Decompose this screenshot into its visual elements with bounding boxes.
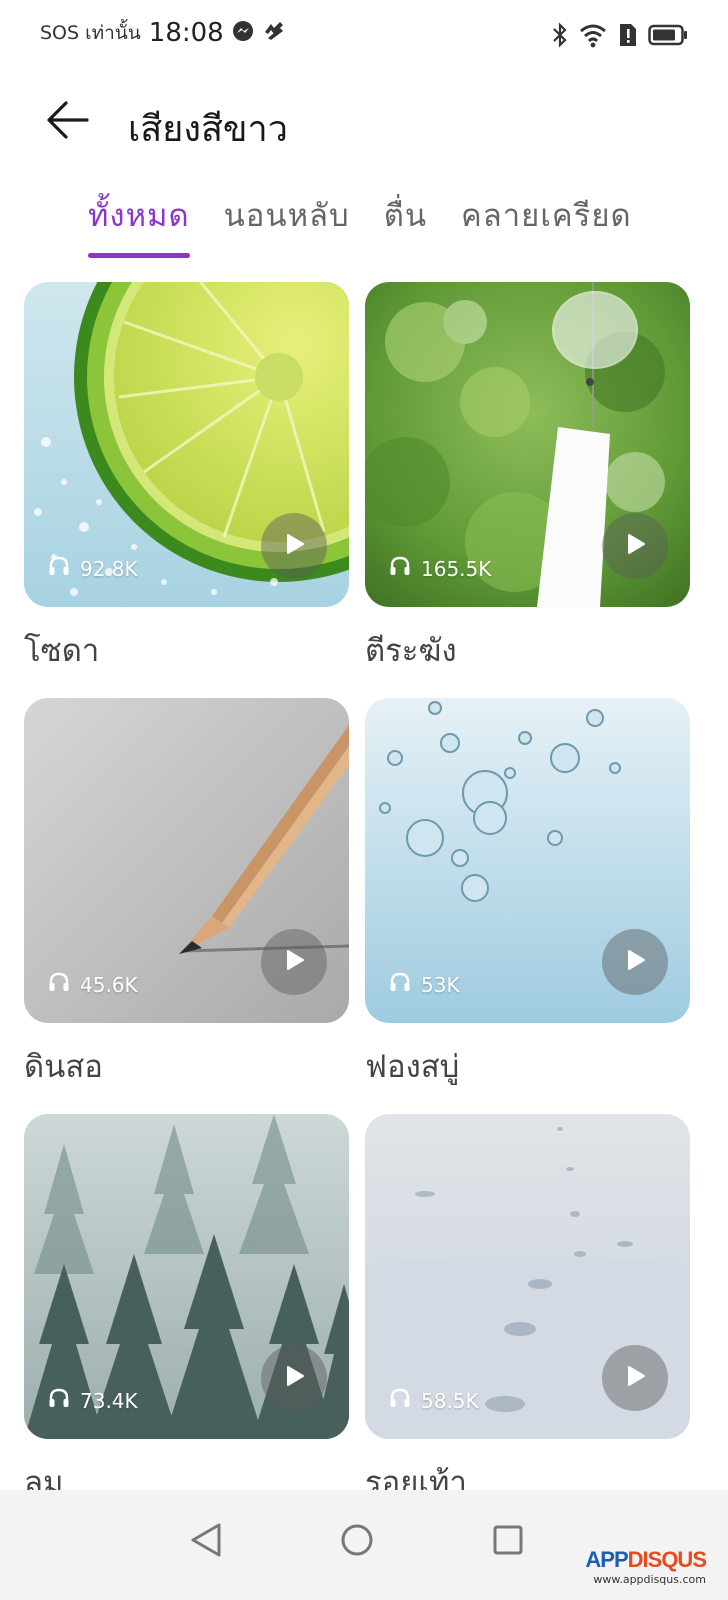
- status-right: [552, 22, 688, 52]
- watermark-url: www.appdisqus.com: [593, 1573, 706, 1586]
- sound-card[interactable]: 92.8K โซดา: [24, 282, 349, 675]
- sound-thumbnail[interactable]: 53K: [365, 698, 690, 1023]
- sound-card[interactable]: 165.5K ตีระฆัง: [365, 282, 690, 675]
- play-button[interactable]: [261, 1345, 327, 1411]
- watermark: APPDISQUS www.appdisqus.com: [585, 1547, 707, 1586]
- play-icon: [623, 532, 647, 560]
- messenger-icon: [232, 20, 254, 46]
- play-count: 53K: [389, 972, 460, 997]
- nav-home-button[interactable]: [327, 1512, 387, 1572]
- tab-sleep[interactable]: นอนหลับ: [224, 190, 350, 256]
- play-button[interactable]: [261, 513, 327, 579]
- play-count: 45.6K: [48, 972, 138, 997]
- clock: 18:08: [148, 18, 224, 48]
- play-count: 92.8K: [48, 556, 138, 581]
- sound-card[interactable]: 58.5K รอยเท้า: [365, 1114, 690, 1507]
- tab-wake[interactable]: ตื่น: [384, 190, 427, 256]
- play-count-value: 73.4K: [80, 1388, 138, 1413]
- sound-card[interactable]: 73.4K ลม: [24, 1114, 349, 1507]
- headphones-icon: [48, 1388, 70, 1413]
- header: เสียงสีขาว: [0, 90, 728, 160]
- tab-all[interactable]: ทั้งหมด: [88, 190, 190, 258]
- watermark-logo-b: DISQUS: [627, 1547, 707, 1572]
- play-count-value: 165.5K: [421, 556, 492, 581]
- sound-thumbnail[interactable]: 165.5K: [365, 282, 690, 607]
- sound-thumbnail[interactable]: 73.4K: [24, 1114, 349, 1439]
- sound-name: โซดา: [24, 633, 100, 669]
- play-count: 165.5K: [389, 556, 491, 581]
- sound-thumbnail[interactable]: 58.5K: [365, 1114, 690, 1439]
- play-icon: [282, 948, 306, 976]
- play-count-value: 92.8K: [80, 556, 138, 581]
- headphones-icon: [389, 1388, 411, 1413]
- app-notification-icon: [262, 20, 286, 46]
- sound-card[interactable]: 53K ฟองสบู่: [365, 698, 690, 1091]
- watermark-logo: APPDISQUS: [585, 1547, 707, 1573]
- headphones-icon: [48, 972, 70, 997]
- category-tabs: ทั้งหมด นอนหลับ ตื่น คลายเครียด: [88, 190, 632, 258]
- play-count: 73.4K: [48, 1388, 138, 1413]
- tab-relax[interactable]: คลายเครียด: [461, 190, 632, 256]
- play-button[interactable]: [602, 513, 668, 579]
- headphones-icon: [389, 556, 411, 581]
- sound-card[interactable]: 45.6K ดินสอ: [24, 698, 349, 1091]
- sound-name: ฟองสบู่: [365, 1049, 460, 1085]
- headphones-icon: [389, 972, 411, 997]
- sound-name: ตีระฆัง: [365, 633, 457, 669]
- triangle-back-icon: [189, 1522, 223, 1562]
- play-count-value: 53K: [421, 972, 460, 997]
- watermark-logo-a: APP: [585, 1547, 628, 1572]
- back-button[interactable]: [40, 98, 96, 146]
- nav-back-button[interactable]: [176, 1512, 236, 1572]
- battery-icon: [648, 24, 688, 50]
- page-title: เสียงสีขาว: [128, 109, 288, 150]
- arrow-left-icon: [46, 100, 90, 144]
- play-icon: [282, 1364, 306, 1392]
- wifi-icon: [578, 22, 608, 52]
- sound-thumbnail[interactable]: 92.8K: [24, 282, 349, 607]
- square-recents-icon: [492, 1524, 524, 1560]
- status-left: SOS เท่านั้น 18:08: [40, 18, 286, 48]
- system-nav-bar: APPDISQUS www.appdisqus.com: [0, 1490, 728, 1600]
- circle-home-icon: [340, 1523, 374, 1561]
- carrier-label: SOS เท่านั้น: [40, 22, 141, 44]
- play-icon: [623, 1364, 647, 1392]
- play-button[interactable]: [602, 929, 668, 995]
- play-count-value: 45.6K: [80, 972, 138, 997]
- sound-thumbnail[interactable]: 45.6K: [24, 698, 349, 1023]
- play-button[interactable]: [602, 1345, 668, 1411]
- play-count-value: 58.5K: [421, 1388, 479, 1413]
- sound-name: ดินสอ: [24, 1049, 103, 1085]
- nav-recents-button[interactable]: [478, 1512, 538, 1572]
- play-icon: [623, 948, 647, 976]
- play-button[interactable]: [261, 929, 327, 995]
- status-bar: SOS เท่านั้น 18:08: [0, 0, 728, 72]
- play-count: 58.5K: [389, 1388, 479, 1413]
- headphones-icon: [48, 556, 70, 581]
- sim-alert-icon: [618, 22, 638, 52]
- bluetooth-icon: [552, 22, 568, 52]
- play-icon: [282, 532, 306, 560]
